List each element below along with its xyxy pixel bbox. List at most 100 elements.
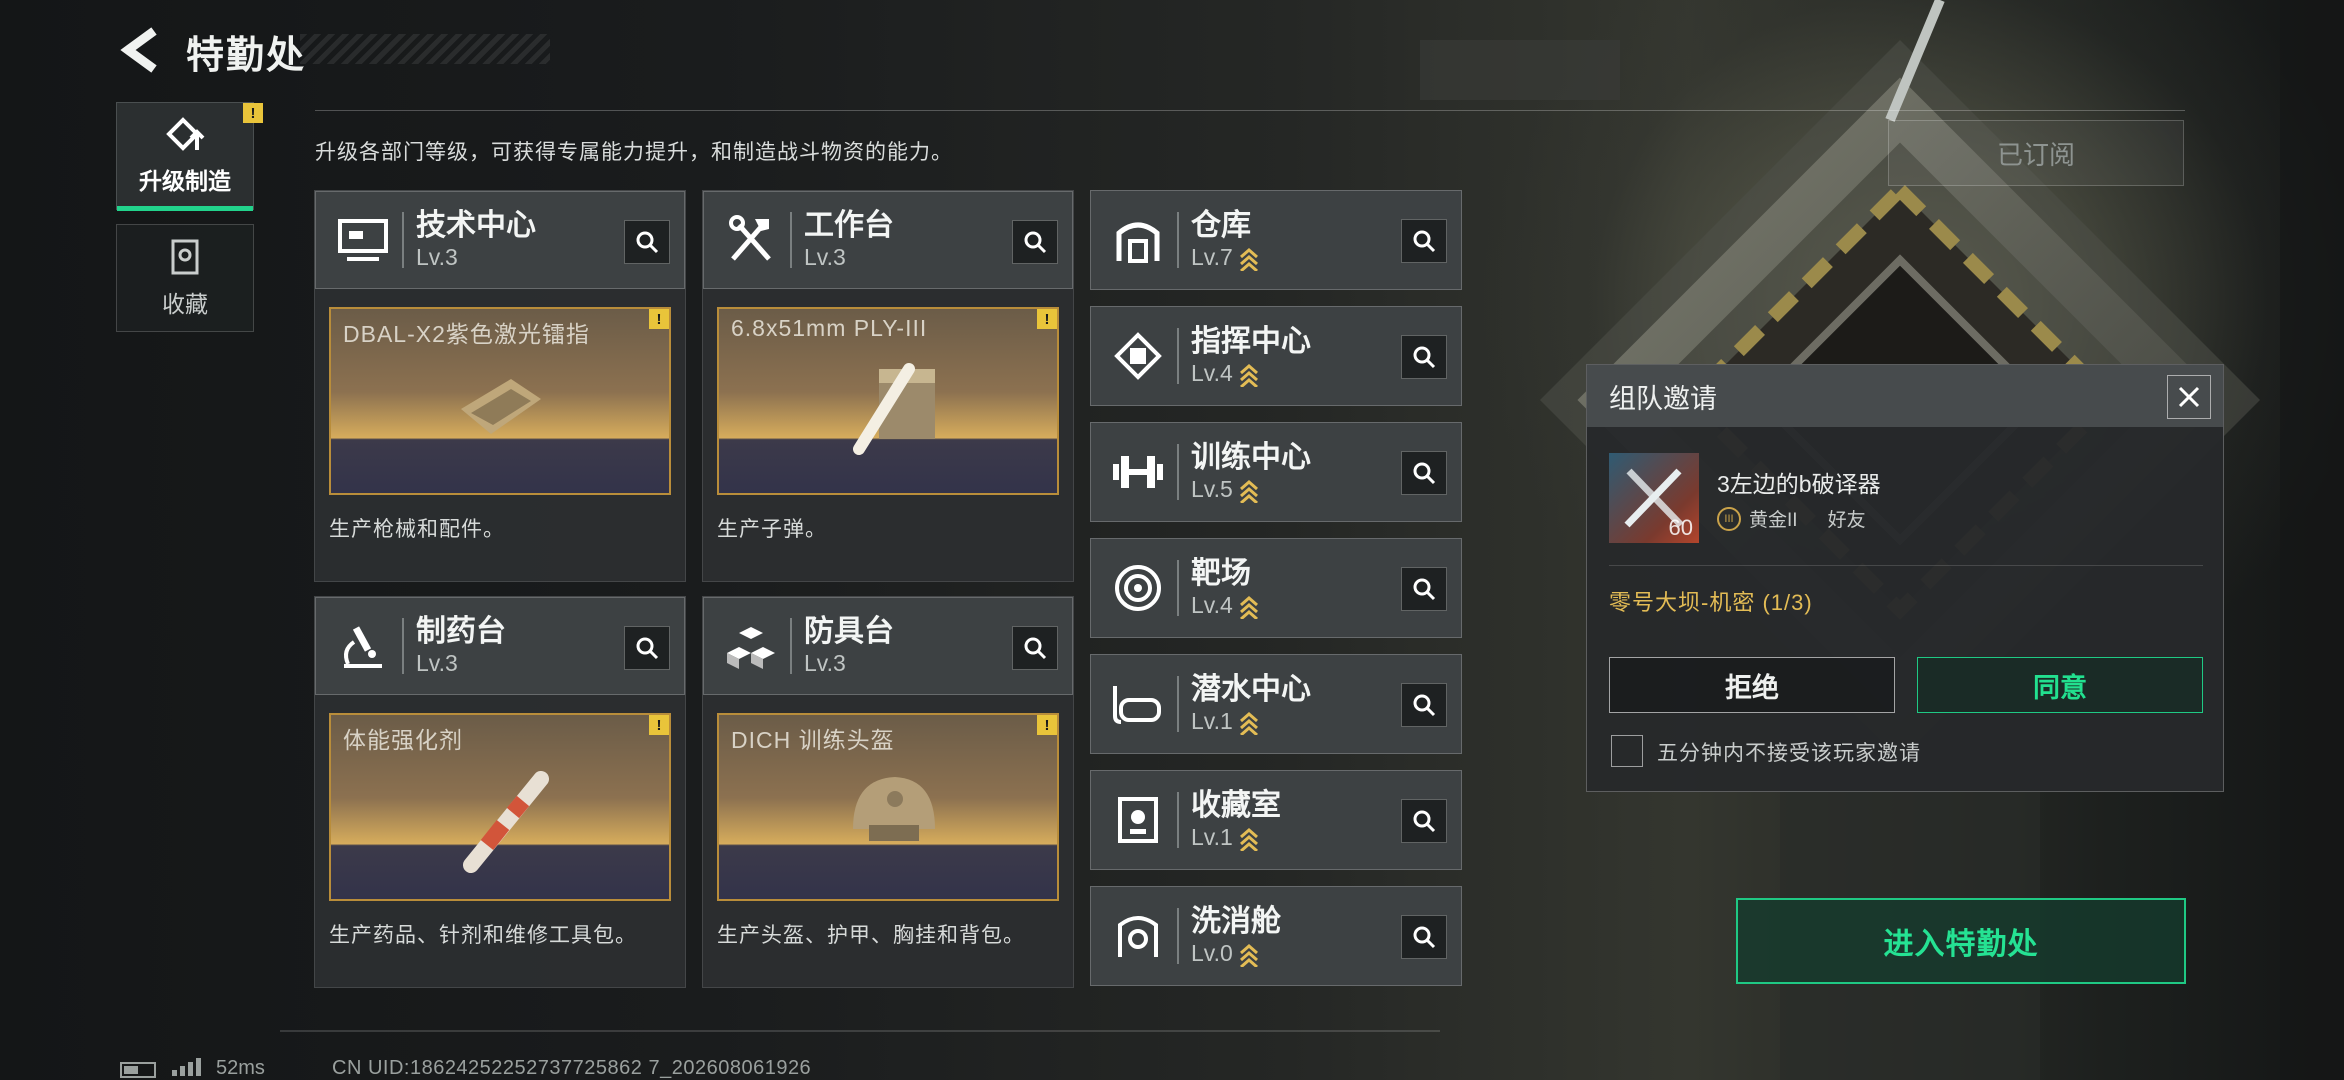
department-level: Lv.7 xyxy=(1191,244,1233,270)
department-name: 收藏室 xyxy=(1191,789,1281,822)
department-level: Lv.3 xyxy=(416,244,458,270)
monitor-icon xyxy=(328,205,398,275)
back-button[interactable] xyxy=(116,22,164,78)
department-card-armor-bench[interactable]: 防具台 Lv.3 DICH 训练头盔 ! 生产头盔、护甲、胸挂和背包。 xyxy=(702,596,1074,988)
department-level: Lv.0 xyxy=(1191,940,1233,966)
search-icon xyxy=(1413,230,1436,253)
laser-device-icon xyxy=(461,379,541,434)
mute-invite-label: 五分钟内不接受该玩家邀请 xyxy=(1657,742,1921,765)
avatar[interactable]: 60 xyxy=(1609,453,1699,543)
search-button[interactable] xyxy=(1401,915,1447,959)
search-icon xyxy=(1413,462,1436,485)
product-slot[interactable]: DBAL-X2紫色激光镭指 ! xyxy=(329,307,671,495)
department-level: Lv.4 xyxy=(1191,360,1233,386)
tab-upgrade-craft-label: 升级制造 xyxy=(139,168,231,194)
target-icon xyxy=(1103,553,1173,623)
department-card-pharmacy[interactable]: 制药台 Lv.3 体能强化剂 ! 生产药品、针剂和维修工具包。 xyxy=(314,596,686,988)
page-title: 特勤处 xyxy=(186,35,307,77)
department-name: 指挥中心 xyxy=(1191,325,1311,358)
search-icon xyxy=(1413,346,1436,369)
department-description: 生产子弹。 xyxy=(717,518,827,541)
search-icon xyxy=(1024,637,1047,660)
product-slot[interactable]: 6.8x51mm PLY-III ! xyxy=(717,307,1059,495)
uid-text: CN UID:18624252252737725862 7_2026080619… xyxy=(332,1057,812,1079)
search-button[interactable] xyxy=(1401,451,1447,495)
search-button[interactable] xyxy=(1401,799,1447,843)
search-button[interactable] xyxy=(624,220,670,264)
product-slot[interactable]: 体能强化剂 ! xyxy=(329,713,671,901)
department-card-tech-center[interactable]: 技术中心 Lv.3 DBAL-X2紫色激光镭指 ! 生产枪械和配件。 xyxy=(314,190,686,582)
department-name: 制药台 xyxy=(416,615,506,648)
search-button[interactable] xyxy=(1012,626,1058,670)
department-card-collection-room[interactable]: 收藏室 Lv.1 xyxy=(1090,770,1462,870)
department-name: 靶场 xyxy=(1191,557,1251,590)
page-description: 升级各部门等级，可获得专属能力提升，和制造战斗物资的能力。 xyxy=(315,141,953,164)
upgrade-icon xyxy=(166,117,205,151)
injector-icon xyxy=(463,771,549,873)
search-icon xyxy=(1413,694,1436,717)
department-card-workbench[interactable]: 工作台 Lv.3 6.8x51mm PLY-III ! 生产子弹。 xyxy=(702,190,1074,582)
department-card-shooting-range[interactable]: 靶场 Lv.4 xyxy=(1090,538,1462,638)
search-icon xyxy=(636,637,659,660)
close-button[interactable] xyxy=(2167,375,2211,419)
collection-icon xyxy=(171,239,199,275)
product-slot[interactable]: DICH 训练头盔 ! xyxy=(717,713,1059,901)
department-card-warehouse[interactable]: 仓库 Lv.7 xyxy=(1090,190,1462,290)
product-name: 6.8x51mm PLY-III xyxy=(731,315,928,341)
department-name: 技术中心 xyxy=(416,209,536,242)
department-card-command-center[interactable]: 指挥中心 Lv.4 xyxy=(1090,306,1462,406)
department-card-diving-center[interactable]: 潜水中心 Lv.1 xyxy=(1090,654,1462,754)
collection-room-icon xyxy=(1103,785,1173,855)
dialog-title: 组队邀请 xyxy=(1609,383,1717,414)
search-button[interactable] xyxy=(1401,219,1447,263)
warehouse-icon xyxy=(1103,205,1173,275)
search-button[interactable] xyxy=(1401,567,1447,611)
search-button[interactable] xyxy=(1401,683,1447,727)
divider xyxy=(315,110,2185,111)
department-description: 生产枪械和配件。 xyxy=(329,518,505,541)
department-description: 生产头盔、护甲、胸挂和背包。 xyxy=(717,924,1025,947)
search-button[interactable] xyxy=(1401,335,1447,379)
back-arrow-icon xyxy=(120,27,157,73)
boxes-icon xyxy=(716,611,786,681)
mute-invite-checkbox[interactable] xyxy=(1611,735,1643,767)
department-card-training-center[interactable]: 训练中心 Lv.5 xyxy=(1090,422,1462,522)
department-description: 生产药品、针剂和维修工具包。 xyxy=(329,924,637,947)
department-name: 训练中心 xyxy=(1191,441,1311,474)
title-stripe xyxy=(300,34,550,64)
subscribed-button[interactable]: 已订阅 xyxy=(1888,120,2184,186)
department-level: Lv.5 xyxy=(1191,476,1233,502)
team-invite-dialog: 组队邀请 60 3左边的b破译器 III 黄金II 好友 零号大坝-机密 (1/… xyxy=(1586,364,2224,792)
ping-text: 52ms xyxy=(216,1057,265,1079)
product-name: DICH 训练头盔 xyxy=(731,727,895,753)
upgrade-chevron-icon xyxy=(1239,827,1258,851)
tab-upgrade-craft[interactable]: 升级制造 ! xyxy=(116,102,263,211)
product-name: 体能强化剂 xyxy=(343,727,463,753)
upgrade-chevron-icon xyxy=(1239,595,1258,619)
department-level: Lv.1 xyxy=(1191,708,1233,734)
alert-badge: ! xyxy=(649,309,669,329)
upgrade-chevron-icon xyxy=(1239,943,1258,967)
search-button[interactable] xyxy=(624,626,670,670)
battery-icon xyxy=(120,1062,156,1078)
upgrade-chevron-icon xyxy=(1239,247,1258,271)
tab-collection[interactable]: 收藏 xyxy=(116,224,254,332)
accept-button[interactable]: 同意 xyxy=(1917,657,2203,713)
player-rank-row: III 黄金II 好友 xyxy=(1717,505,1866,532)
divider xyxy=(280,1030,1440,1032)
department-name: 工作台 xyxy=(804,209,894,242)
search-icon xyxy=(1413,926,1436,949)
command-chip-icon xyxy=(1103,321,1173,391)
search-button[interactable] xyxy=(1012,220,1058,264)
close-icon xyxy=(2178,386,2200,408)
helmet-icon xyxy=(853,777,935,841)
search-icon xyxy=(636,231,659,254)
tab-collection-label: 收藏 xyxy=(162,291,208,317)
avatar-level: 60 xyxy=(1668,515,1693,540)
reject-button[interactable]: 拒绝 xyxy=(1609,657,1895,713)
alert-badge: ! xyxy=(1037,715,1057,735)
department-card-decontamination[interactable]: 洗消舱 Lv.0 xyxy=(1090,886,1462,986)
search-icon xyxy=(1413,578,1436,601)
enter-special-ops-button[interactable]: 进入特勤处 xyxy=(1736,898,2186,984)
ammo-box-icon xyxy=(853,363,935,455)
